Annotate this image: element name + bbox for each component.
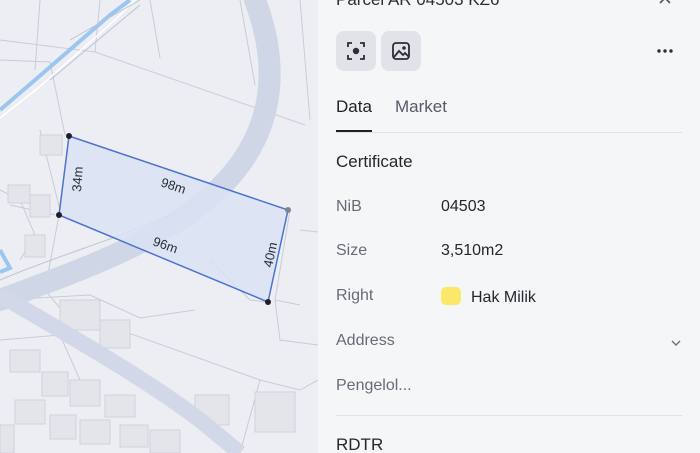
right-value: Hak Milik [471, 289, 536, 306]
address-label: Address [336, 332, 395, 349]
image-icon [392, 42, 410, 60]
more-icon [657, 49, 673, 53]
vertex-handle[interactable] [285, 207, 291, 213]
nib-value: 04503 [441, 198, 486, 215]
right-value-wrap: Hak Milik [441, 287, 536, 307]
collapse-icon[interactable] [658, 0, 672, 10]
size-value: 3,510m2 [441, 242, 504, 259]
right-color-swatch [441, 287, 461, 305]
nib-label: NiB [336, 198, 362, 215]
image-button[interactable] [381, 31, 421, 71]
panel-header: Parcel AR 04503 KZ6 [336, 0, 682, 14]
edge-label-west: 34m [69, 166, 86, 192]
panel-title: Parcel AR 04503 KZ6 [336, 0, 499, 9]
parcel-detail-panel: Parcel AR 04503 KZ6 Data Market Certific… [318, 0, 700, 453]
pengelola-label: Pengelol... [336, 377, 412, 394]
address-row[interactable]: Address [336, 332, 682, 358]
tab-market[interactable]: Market [395, 96, 447, 131]
map-view[interactable]: 34m 98m 96m 40m [0, 0, 318, 453]
right-row: Right Hak Milik [336, 287, 682, 313]
nib-row: NiB 04503 [336, 198, 682, 224]
vertex-handle[interactable] [66, 133, 72, 139]
tab-data[interactable]: Data [336, 96, 372, 132]
right-label: Right [336, 287, 374, 304]
pengelola-row: Pengelol... [336, 377, 682, 403]
more-options-button[interactable] [650, 36, 680, 66]
size-label: Size [336, 242, 368, 259]
size-row: Size 3,510m2 [336, 242, 682, 268]
certificate-heading: Certificate [336, 152, 413, 171]
map-canvas[interactable]: 34m 98m 96m 40m [0, 0, 318, 453]
vertex-handle[interactable] [56, 212, 62, 218]
detail-tabs: Data Market [336, 96, 682, 133]
focus-scan-button[interactable] [336, 31, 376, 71]
vertex-handle[interactable] [265, 299, 271, 305]
section-divider [336, 415, 682, 416]
focus-scan-icon [347, 42, 365, 60]
chevron-down-icon[interactable] [670, 334, 682, 352]
rdtr-heading: RDTR [336, 435, 384, 453]
